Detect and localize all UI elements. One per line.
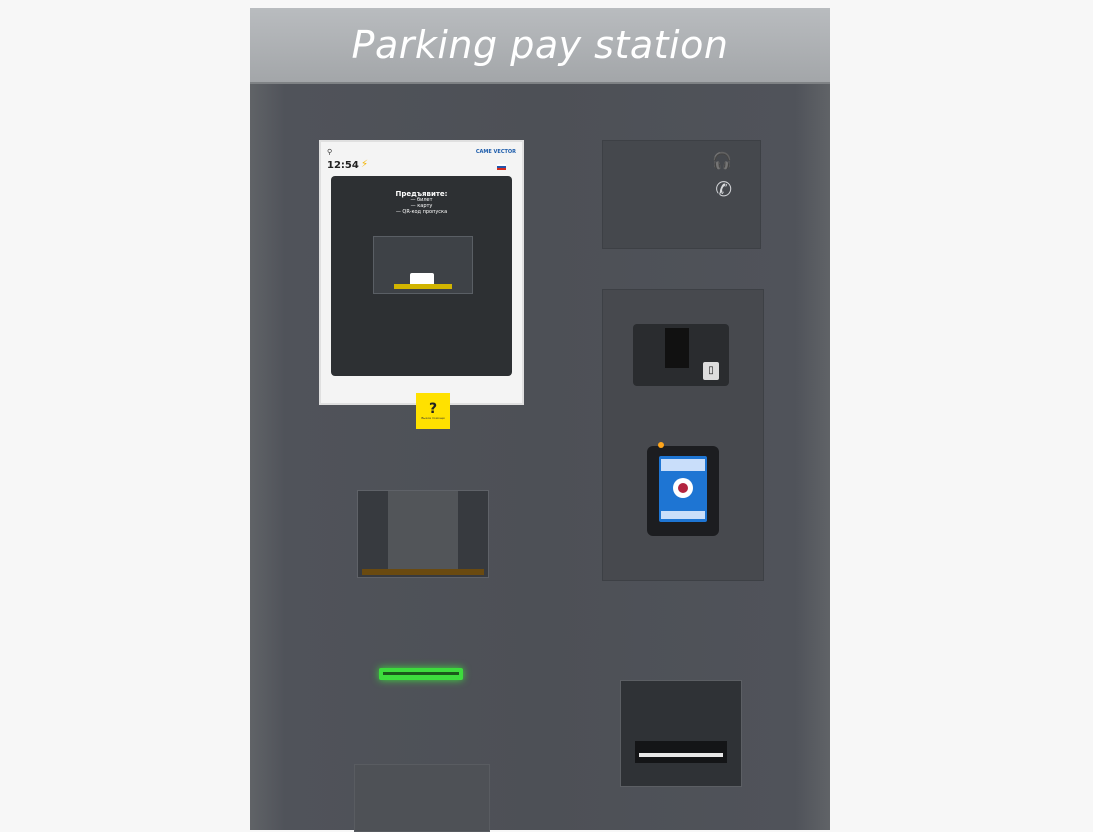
header-panel: Parking pay station <box>250 8 830 85</box>
card-insert-icon: ▯ <box>703 362 719 380</box>
pay-station: Parking pay station ⚲ CAME VECTOR 12:54 … <box>250 8 830 832</box>
slot-highlight <box>394 284 452 289</box>
lightning-icon: ⚡ <box>361 159 369 170</box>
card-terminal[interactable] <box>647 442 719 536</box>
ticket-dispense-tray[interactable] <box>357 490 489 578</box>
prompt-line: — QR-код пропуска <box>395 208 448 215</box>
card-slot-opening <box>665 328 689 368</box>
payment-section: ▯ <box>602 289 764 581</box>
location-pin-icon: ⚲ <box>327 148 333 156</box>
clock: 12:54 <box>327 160 359 171</box>
lower-panel <box>354 764 490 832</box>
station-title: Parking pay station <box>351 23 729 67</box>
terminal-screen <box>659 456 707 522</box>
prompt-area: Предъявите: — билет — карту — QR-код про… <box>331 176 512 429</box>
change-dispenser[interactable] <box>620 680 742 787</box>
help-label: Вызов помощи <box>421 416 445 420</box>
screen-header: ⚲ CAME VECTOR 12:54 ⚡ <box>327 146 516 176</box>
tray-back <box>388 491 458 573</box>
contactless-icon <box>673 478 693 498</box>
bill-acceptor-slot[interactable] <box>379 668 463 680</box>
language-flag-icon[interactable] <box>497 164 506 170</box>
terminal-footer <box>661 511 705 519</box>
card-slot[interactable]: ▯ <box>633 324 729 386</box>
ticket-slot-illustration <box>373 236 473 294</box>
tray-floor <box>362 569 484 575</box>
help-button[interactable]: ? Вызов помощи <box>416 393 450 429</box>
brand-logo: CAME VECTOR <box>475 149 516 155</box>
terminal-header <box>661 459 705 471</box>
call-icon[interactable]: ✆ <box>715 177 732 201</box>
headset-icon: 🎧 <box>712 151 732 170</box>
help-hand-icon: ? <box>428 401 438 417</box>
status-led <box>658 442 664 448</box>
intercom-panel: 🎧 ✆ <box>602 140 761 249</box>
prompt-text: Предъявите: — билет — карту — QR-код про… <box>331 190 512 215</box>
touch-screen[interactable]: ⚲ CAME VECTOR 12:54 ⚡ Предъявите: — биле… <box>319 140 524 429</box>
change-slot <box>635 741 727 763</box>
